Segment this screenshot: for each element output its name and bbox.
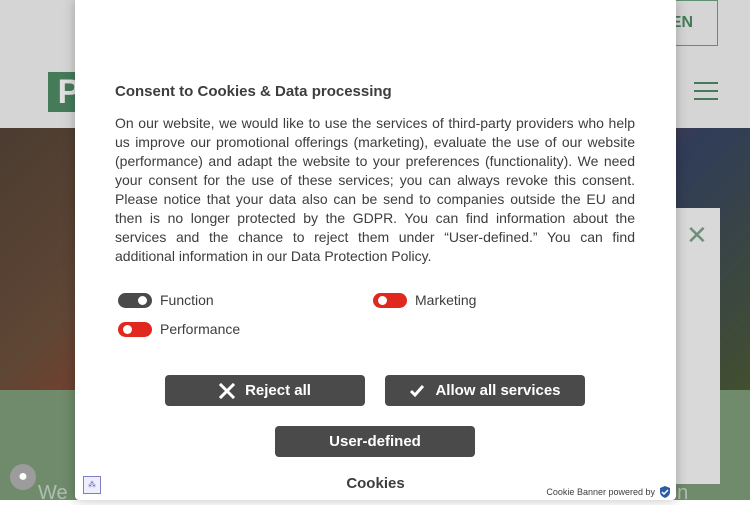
toggle-function[interactable]: Function xyxy=(118,292,214,308)
close-icon xyxy=(219,382,236,399)
user-defined-button[interactable]: User-defined xyxy=(275,426,475,457)
dialog-title: Consent to Cookies & Data processing xyxy=(115,83,392,100)
toggle-label: Performance xyxy=(160,321,241,337)
powered-by[interactable]: Cookie Banner powered by xyxy=(546,485,672,499)
toggle-switch[interactable] xyxy=(373,292,407,308)
toggle-label: Function xyxy=(160,292,214,308)
cookie-consent-dialog: Consent to Cookies & Data processing On … xyxy=(75,0,676,500)
toggle-performance[interactable]: Performance xyxy=(118,321,240,337)
allow-all-button[interactable]: Allow all services xyxy=(385,375,585,406)
toggle-switch[interactable] xyxy=(118,292,152,308)
powered-by-text: Cookie Banner powered by xyxy=(546,487,655,497)
toggle-marketing[interactable]: Marketing xyxy=(373,292,476,308)
brand-shield-icon xyxy=(660,486,670,498)
toggle-switch[interactable] xyxy=(118,321,152,337)
button-label: Allow all services xyxy=(435,382,561,399)
button-label: Reject all xyxy=(245,382,311,399)
button-label: User-defined xyxy=(329,433,421,450)
toggle-label: Marketing xyxy=(415,292,477,308)
cookie-settings-icon[interactable]: ● xyxy=(10,464,36,490)
dialog-description: On our website, we would like to use the… xyxy=(115,115,635,264)
reject-all-button[interactable]: Reject all xyxy=(165,375,365,406)
check-icon xyxy=(410,384,425,397)
